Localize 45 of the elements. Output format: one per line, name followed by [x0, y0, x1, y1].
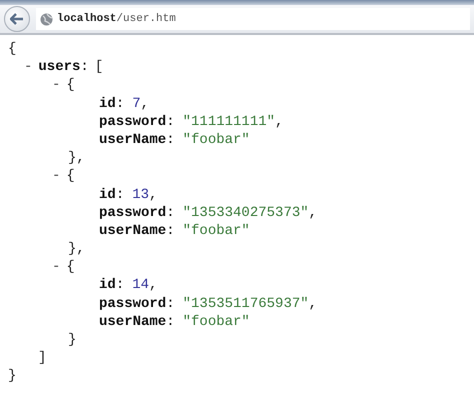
json-value: "foobar"	[182, 130, 250, 149]
globe-icon	[40, 12, 53, 26]
brace: }	[68, 331, 76, 349]
json-key: password:	[99, 294, 175, 313]
collapse-toggle[interactable]: -	[52, 258, 60, 276]
brace: {	[8, 40, 16, 58]
comma: ,	[149, 276, 158, 294]
back-button[interactable]	[4, 6, 30, 32]
json-value: 13	[132, 186, 150, 204]
comma: ,	[275, 112, 284, 131]
json-key: id:	[99, 186, 124, 204]
json-value: "111111111"	[182, 112, 276, 131]
json-value: "1353511765937"	[182, 294, 309, 313]
json-value: "foobar"	[182, 222, 250, 240]
comma: ,	[308, 204, 318, 222]
back-arrow-icon	[10, 13, 24, 25]
json-key: id:	[99, 276, 124, 294]
brace: }	[8, 367, 16, 386]
json-value: 7	[132, 94, 141, 113]
bracket: [	[94, 58, 104, 76]
brace: },	[68, 149, 85, 168]
brace: {	[66, 167, 75, 186]
address-field[interactable]: localhost/user.htm	[36, 8, 470, 30]
json-key: users:	[38, 58, 89, 76]
url-path: /user.htm	[116, 13, 176, 25]
comma: ,	[140, 94, 150, 113]
collapse-toggle[interactable]: -	[52, 167, 60, 186]
bracket: ]	[38, 349, 46, 368]
json-key: password:	[99, 112, 175, 131]
json-value: "foobar"	[182, 312, 250, 331]
url-host: localhost	[57, 13, 116, 25]
json-key: password:	[99, 204, 175, 222]
collapse-toggle[interactable]: -	[52, 76, 60, 94]
comma: ,	[308, 294, 318, 313]
json-key: userName:	[99, 312, 175, 331]
brace: },	[68, 240, 85, 258]
brace: {	[66, 258, 75, 276]
brace: {	[66, 76, 75, 94]
json-value: 14	[132, 276, 150, 294]
json-value: "1353340275373"	[182, 204, 309, 222]
collapse-toggle[interactable]: -	[24, 58, 32, 76]
json-key: id:	[99, 94, 124, 113]
comma: ,	[149, 186, 158, 204]
json-key: userName:	[99, 222, 175, 240]
json-key: userName:	[99, 130, 175, 149]
